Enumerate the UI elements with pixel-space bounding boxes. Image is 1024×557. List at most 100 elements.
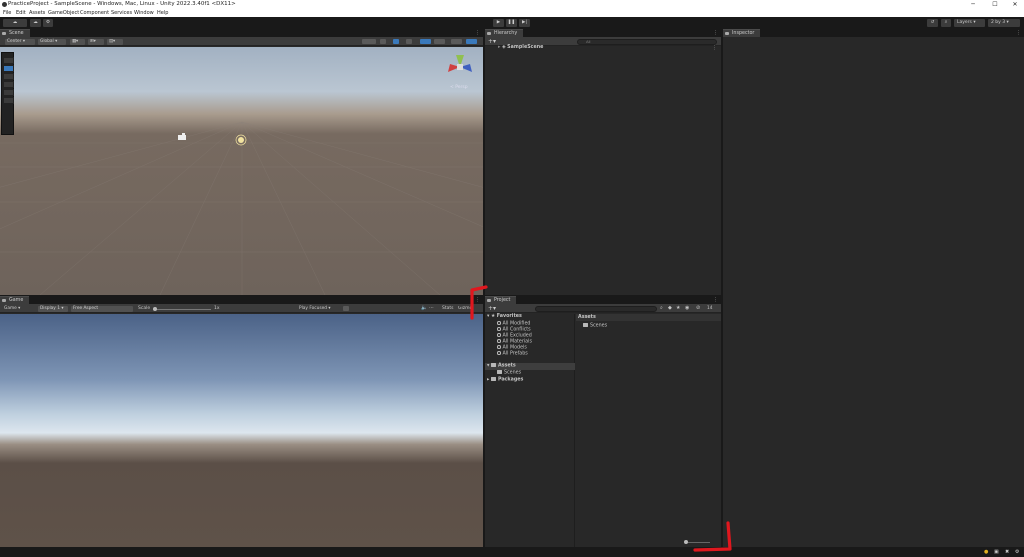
stats-toggle[interactable]: Stats — [442, 306, 454, 311]
layers-dropdown[interactable]: Layers ▾ — [954, 19, 985, 27]
mute-audio-icon[interactable]: 🔈 — [421, 305, 427, 311]
game-viewport[interactable] — [0, 314, 483, 547]
scene-viewport[interactable] — [0, 47, 483, 295]
audio-toggle-icon[interactable] — [406, 39, 412, 44]
lighting-toggle-icon[interactable] — [393, 39, 399, 44]
layout-dropdown[interactable]: 2 by 3 ▾ — [988, 19, 1020, 27]
inspector-panel-menu-icon[interactable]: ⋮ — [1016, 29, 1021, 37]
hidden-objects-icon[interactable] — [434, 39, 445, 44]
search-by-label-icon[interactable]: ◆ — [668, 305, 672, 311]
fav-all-models[interactable]: All Models — [497, 345, 527, 350]
asset-item-scenes[interactable]: Scenes — [583, 323, 607, 328]
rect-tool-button[interactable] — [3, 89, 14, 96]
search-by-type-icon[interactable]: ⌕ — [660, 305, 663, 311]
fav-all-excluded[interactable]: All Excluded — [497, 333, 532, 338]
scale-slider[interactable] — [153, 308, 211, 310]
game-tab-icon — [2, 299, 6, 302]
cloud-button[interactable]: ☁ — [30, 19, 41, 27]
unity-logo-icon — [2, 1, 7, 7]
add-object-button[interactable]: +▾ — [488, 38, 496, 45]
history-button[interactable]: ↺ — [927, 19, 938, 27]
collab-button[interactable]: ⚙ — [43, 19, 53, 27]
aspect-dropdown[interactable]: Free Aspect — [71, 305, 133, 312]
fav-all-modified[interactable]: All Modified — [497, 321, 530, 326]
maximize-button[interactable]: ☐ — [988, 0, 1002, 9]
game-panel-menu-icon[interactable]: ⋮ — [475, 296, 480, 304]
transform-tool-button[interactable] — [3, 97, 14, 104]
move-tool-button[interactable] — [3, 65, 14, 72]
settings-icon[interactable]: ⚙ — [1015, 549, 1019, 555]
hidden-packages-icon[interactable]: ⊘ — [696, 305, 700, 311]
debug-icon[interactable]: ✖ — [1005, 549, 1009, 555]
menu-edit[interactable]: Edit — [16, 10, 26, 16]
effects-icon[interactable] — [420, 39, 431, 44]
camera-icon[interactable] — [343, 306, 349, 311]
scale-tool-button[interactable] — [3, 81, 14, 88]
display-label: Display 1 — [40, 305, 60, 311]
scene-panel-menu-icon[interactable]: ⋮ — [475, 29, 480, 37]
tab-project[interactable]: Project — [485, 296, 517, 304]
step-icon: ▶| — [522, 20, 527, 25]
gameview-settings-icon[interactable]: ⋯ — [429, 305, 434, 311]
hierarchy-search-input[interactable] — [577, 38, 717, 45]
favorite-search-icon[interactable]: ★ — [676, 305, 680, 311]
menu-help[interactable]: Help — [157, 10, 168, 16]
menu-services[interactable]: Services — [111, 10, 132, 16]
hierarchy-panel-menu-icon[interactable]: ⋮ — [713, 29, 718, 37]
menu-window[interactable]: Window — [134, 10, 154, 16]
2d-toggle-icon[interactable] — [380, 39, 386, 44]
create-asset-button[interactable]: +▾ — [488, 305, 496, 312]
project-search-input[interactable] — [535, 305, 657, 312]
tab-hierarchy[interactable]: Hierarchy — [485, 29, 524, 37]
gizmo-perspective-label[interactable]: < Persp — [450, 85, 468, 90]
grid-snap-dropdown[interactable]: ▦▾ — [70, 38, 85, 45]
tab-scene[interactable]: Scene — [0, 29, 30, 37]
visibility-icon[interactable]: ◉ — [685, 305, 689, 311]
scene-options-icon[interactable]: ⋮ — [712, 45, 717, 51]
pivot-label: Center — [7, 38, 22, 44]
pivot-dropdown[interactable]: Center ▾ — [5, 38, 35, 45]
camera-settings-icon[interactable] — [451, 39, 462, 44]
game-mode-dropdown[interactable]: Game ▾ — [2, 306, 36, 312]
hand-tool-button[interactable] — [3, 57, 14, 64]
menu-assets[interactable]: Assets — [29, 10, 45, 16]
fav-all-materials[interactable]: All Materials — [497, 339, 532, 344]
account-dropdown[interactable]: ☁ — [3, 19, 27, 27]
scene-row[interactable]: ▸ ◈ SampleScene — [498, 45, 543, 50]
project-breadcrumb[interactable]: Assets — [576, 314, 721, 321]
packages-row[interactable]: ▸ Packages — [487, 377, 523, 382]
gizmos-toggle[interactable]: Gizmos — [458, 306, 472, 311]
fav-all-prefabs[interactable]: All Prefabs — [497, 351, 528, 356]
menu-component[interactable]: Component — [80, 10, 109, 16]
progress-icon[interactable]: ▣ — [994, 549, 999, 555]
gizmos-icon[interactable] — [466, 39, 477, 44]
tab-inspector[interactable]: Inspector — [723, 29, 761, 37]
close-button[interactable]: ✕ — [1008, 0, 1022, 9]
scale-slider-thumb[interactable] — [153, 306, 157, 311]
grid-visibility-dropdown[interactable]: ▤▾ — [107, 38, 123, 45]
menu-file[interactable]: File — [3, 10, 11, 16]
icon-size-slider-thumb[interactable] — [684, 540, 688, 544]
space-dropdown[interactable]: Global ▾ — [38, 38, 66, 45]
search-button[interactable]: ⌕ — [941, 19, 951, 27]
play-button[interactable]: ▶ — [493, 19, 504, 27]
pause-button[interactable]: ❚❚ — [506, 19, 517, 27]
window-title: PracticeProject - SampleScene - Windows,… — [8, 1, 236, 7]
fav-all-conflicts[interactable]: All Conflicts — [497, 327, 531, 332]
tab-game[interactable]: Game — [0, 296, 30, 304]
draw-mode-icon[interactable] — [362, 39, 376, 44]
menu-gameobject[interactable]: GameObject — [48, 10, 79, 16]
project-panel-menu-icon[interactable]: ⋮ — [713, 296, 718, 304]
display-dropdown[interactable]: Display 1 ▾ — [38, 305, 68, 312]
fav-label: All Modified — [502, 321, 531, 327]
scenes-folder-row[interactable]: Scenes — [497, 370, 521, 375]
snap-increment-dropdown[interactable]: ⊞▾ — [88, 38, 104, 45]
warning-icon[interactable]: ● — [984, 549, 988, 555]
rotate-tool-button[interactable] — [3, 73, 14, 80]
favorites-row[interactable]: ▾ ★ Favorites — [487, 314, 522, 319]
step-button[interactable]: ▶| — [519, 19, 530, 27]
icon-size-slider[interactable] — [688, 542, 710, 543]
play-focus-dropdown[interactable]: Play Focused ▾ — [297, 306, 339, 312]
assets-root-row[interactable]: ▾ Assets — [485, 363, 575, 370]
minimize-button[interactable]: ─ — [966, 0, 980, 9]
